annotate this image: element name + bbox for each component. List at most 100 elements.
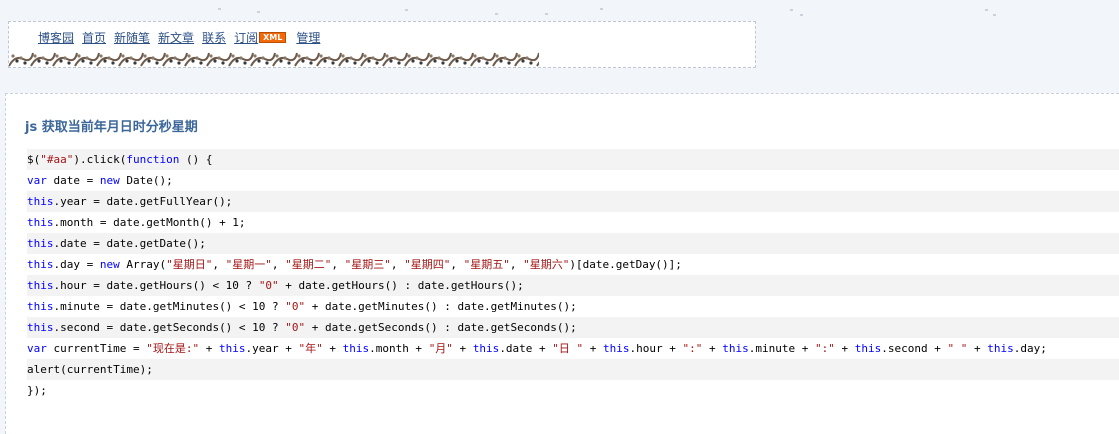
code-text: , bbox=[271, 258, 286, 271]
code-text: .date + bbox=[499, 342, 553, 355]
code-keyword: this bbox=[472, 342, 500, 355]
code-string: "星期六" bbox=[523, 258, 570, 271]
nav-subscribe-link[interactable]: 订阅 bbox=[234, 29, 258, 46]
code-string: "现在是:" bbox=[146, 342, 200, 355]
code-text: , bbox=[212, 258, 226, 271]
code-text: + date.getMinutes() : date.getMinutes(); bbox=[305, 300, 577, 313]
nav-new-post-link[interactable]: 新随笔 bbox=[114, 29, 150, 46]
xml-feed-badge[interactable]: XML bbox=[259, 32, 287, 43]
code-text: .second = date.getSeconds() < 10 ? bbox=[53, 321, 286, 334]
code-keyword: this bbox=[27, 195, 54, 208]
code-keyword: function bbox=[126, 153, 180, 166]
code-text: $( bbox=[27, 153, 41, 166]
code-string: "星期一" bbox=[225, 258, 272, 271]
code-keyword: this bbox=[342, 342, 370, 355]
code-keyword: var bbox=[27, 342, 47, 355]
code-line: }); bbox=[27, 380, 1119, 401]
code-text: .day = bbox=[53, 258, 100, 271]
code-text: .date = date.getDate(); bbox=[53, 237, 206, 250]
code-string: "星期二" bbox=[285, 258, 332, 271]
code-text: , bbox=[509, 258, 524, 271]
code-text: + bbox=[834, 342, 855, 355]
code-text: + date.getSeconds() : date.getSeconds(); bbox=[305, 321, 577, 334]
code-string: "星期日" bbox=[166, 258, 213, 271]
code-keyword: this bbox=[27, 321, 54, 334]
code-text: date = bbox=[46, 174, 100, 187]
code-keyword: this bbox=[854, 342, 882, 355]
code-text: + bbox=[199, 342, 219, 355]
code-text: .day; bbox=[1013, 342, 1047, 355]
code-text: , bbox=[331, 258, 345, 271]
code-line: this.day = new Array("星期日", "星期一", "星期二"… bbox=[27, 254, 1119, 275]
code-text: .hour + bbox=[629, 342, 683, 355]
code-text: .hour = date.getHours() < 10 ? bbox=[53, 279, 259, 292]
code-line: this.minute = date.getMinutes() < 10 ? "… bbox=[27, 296, 1119, 317]
nav-blog-home-link[interactable]: 博客园 bbox=[38, 29, 74, 46]
code-string: " " bbox=[947, 342, 968, 355]
code-line: this.second = date.getSeconds() < 10 ? "… bbox=[27, 317, 1119, 338]
code-block: $("#aa").click(function () {var date = n… bbox=[27, 149, 1119, 401]
nav-contact-link[interactable]: 联系 bbox=[202, 29, 226, 46]
code-line: this.month = date.getMonth() + 1; bbox=[27, 212, 1119, 233]
code-keyword: this bbox=[27, 279, 54, 292]
code-string: "0" bbox=[258, 279, 279, 292]
code-line: this.hour = date.getHours() < 10 ? "0" +… bbox=[27, 275, 1119, 296]
header-nav: 博客园 首页 新随笔 新文章 联系 订阅 XML 管理 bbox=[38, 29, 328, 46]
code-text: .year = date.getFullYear(); bbox=[53, 195, 233, 208]
code-string: "星期五" bbox=[463, 258, 510, 271]
code-line: this.year = date.getFullYear(); bbox=[27, 191, 1119, 212]
code-keyword: this bbox=[722, 342, 749, 355]
nav-manage-link[interactable]: 管理 bbox=[296, 29, 320, 46]
code-text: .minute + bbox=[748, 342, 816, 355]
code-text: .minute = date.getMinutes() < 10 ? bbox=[53, 300, 286, 313]
blog-header: 博客园 首页 新随笔 新文章 联系 订阅 XML 管理 bbox=[8, 21, 756, 68]
code-text: , bbox=[390, 258, 405, 271]
post-title[interactable]: js 获取当前年月日时分秒星期 bbox=[25, 116, 198, 135]
code-text: alert(currentTime); bbox=[27, 363, 153, 376]
code-string: "日 " bbox=[552, 342, 584, 355]
code-string: "月" bbox=[428, 342, 453, 355]
code-keyword: var bbox=[27, 174, 47, 187]
code-text: + bbox=[322, 342, 343, 355]
code-keyword: this bbox=[27, 237, 54, 250]
code-line: $("#aa").click(function () { bbox=[27, 149, 1119, 170]
code-string: "0" bbox=[285, 300, 306, 313]
code-string: ":" bbox=[682, 342, 703, 355]
code-keyword: this bbox=[27, 258, 54, 271]
header-decoration-image bbox=[9, 47, 539, 67]
code-keyword: this bbox=[603, 342, 630, 355]
code-text: .year + bbox=[245, 342, 299, 355]
code-line: this.date = date.getDate(); bbox=[27, 233, 1119, 254]
code-line: alert(currentTime); bbox=[27, 359, 1119, 380]
code-line: var currentTime = "现在是:" + this.year + "… bbox=[27, 338, 1119, 359]
code-text: , bbox=[450, 258, 464, 271]
code-keyword: this bbox=[27, 300, 54, 313]
nav-new-article-link[interactable]: 新文章 bbox=[158, 29, 194, 46]
code-text: () { bbox=[179, 153, 213, 166]
post-content-area: js 获取当前年月日时分秒星期 $("#aa").click(function … bbox=[5, 93, 1119, 434]
code-text: .month = date.getMonth() + 1; bbox=[53, 216, 246, 229]
code-string: "星期三" bbox=[344, 258, 391, 271]
code-text: + bbox=[702, 342, 723, 355]
code-text: Array( bbox=[119, 258, 167, 271]
code-string: "0" bbox=[285, 321, 306, 334]
code-text: Date(); bbox=[119, 174, 173, 187]
code-text: }); bbox=[27, 384, 47, 397]
code-string: "年" bbox=[298, 342, 323, 355]
code-text: + bbox=[452, 342, 473, 355]
code-keyword: this bbox=[27, 216, 54, 229]
code-line: var date = new Date(); bbox=[27, 170, 1119, 191]
nav-home-link[interactable]: 首页 bbox=[82, 29, 106, 46]
code-text: ).click( bbox=[73, 153, 127, 166]
code-text: .month + bbox=[369, 342, 429, 355]
code-text: currentTime = bbox=[46, 342, 147, 355]
code-text: .second + bbox=[881, 342, 948, 355]
code-text: )[date.getDay()]; bbox=[569, 258, 682, 271]
code-keyword: new bbox=[99, 258, 120, 271]
code-text: + bbox=[967, 342, 988, 355]
code-text: + bbox=[583, 342, 604, 355]
code-string: "星期四" bbox=[404, 258, 451, 271]
code-keyword: this bbox=[218, 342, 246, 355]
code-keyword: this bbox=[987, 342, 1014, 355]
code-string: ":" bbox=[815, 342, 835, 355]
